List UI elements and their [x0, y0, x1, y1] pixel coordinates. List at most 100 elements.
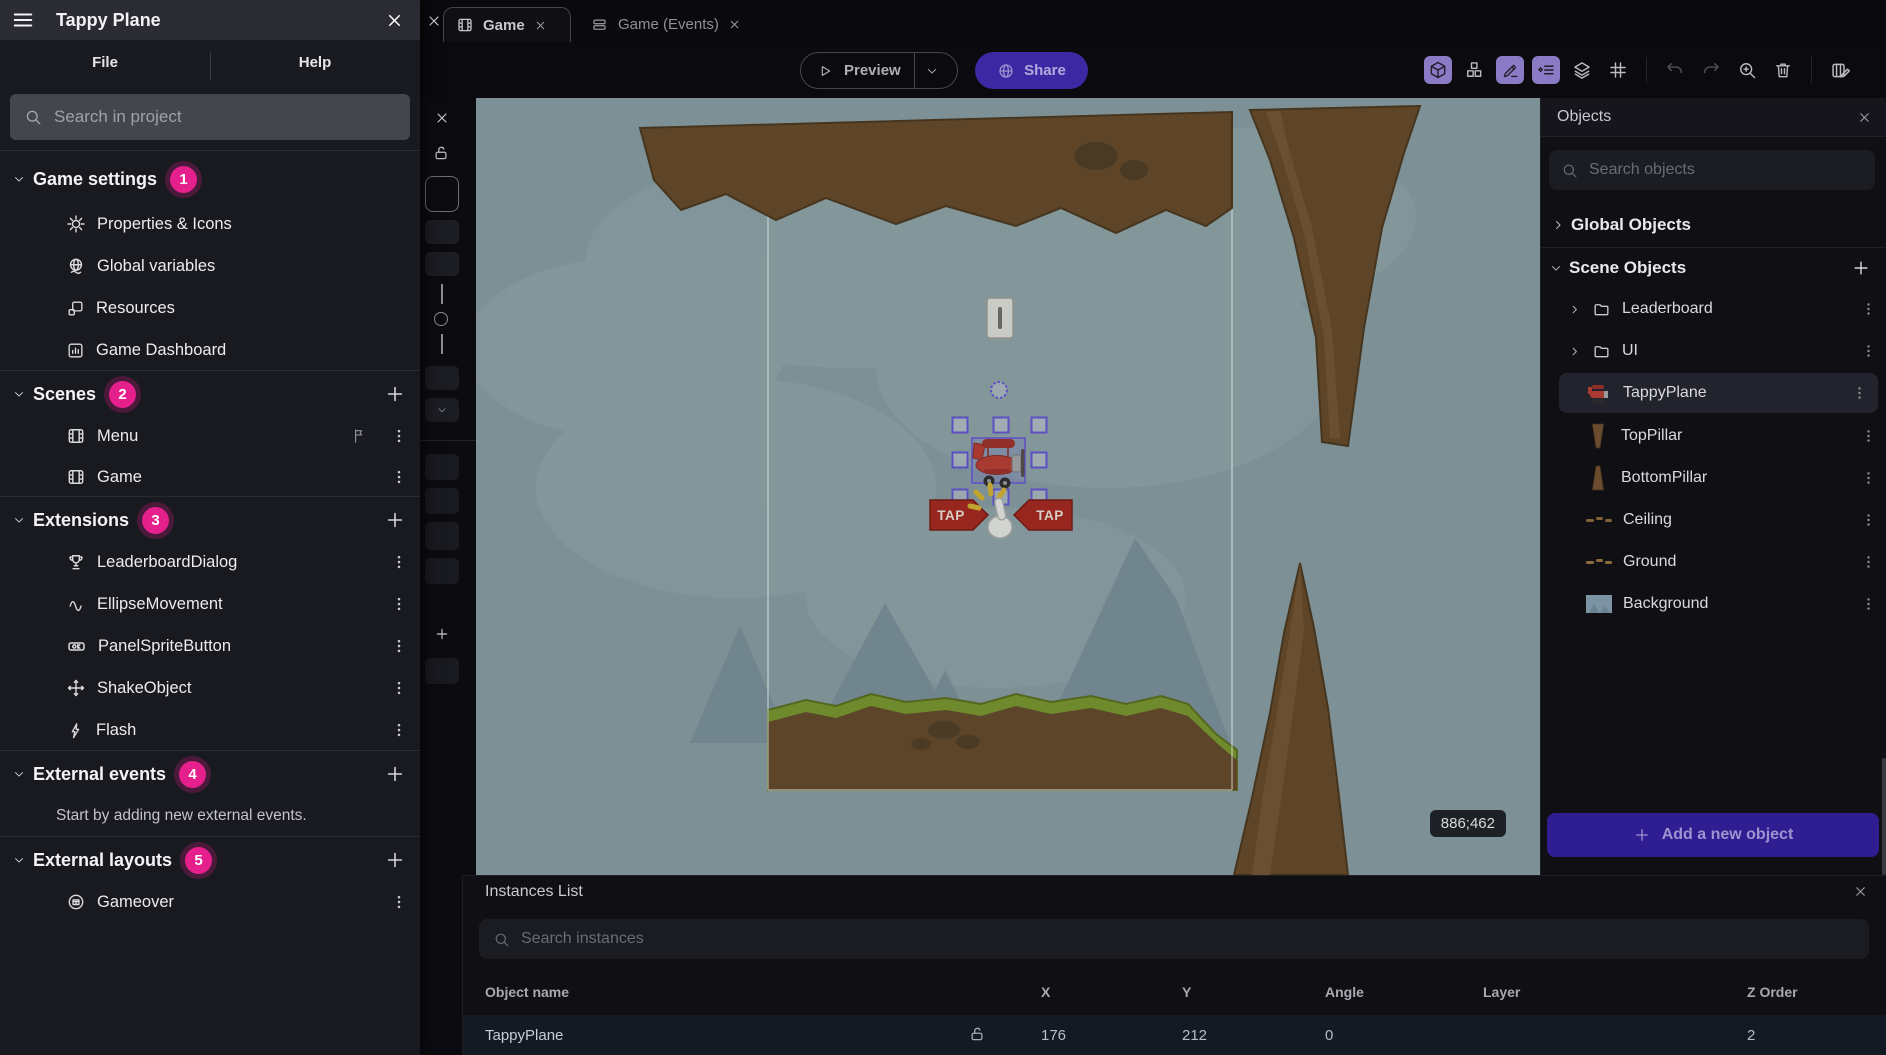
grid-options-button[interactable]: [1604, 56, 1632, 84]
sidebar-item-properties-icons[interactable]: Properties & Icons: [0, 203, 420, 245]
section-extensions[interactable]: Extensions 3: [0, 499, 420, 541]
column-header-x[interactable]: X: [1041, 984, 1050, 1000]
tab-game[interactable]: Game: [443, 7, 571, 42]
sidebar-item-resources[interactable]: Resources: [0, 287, 420, 329]
objects-search-input[interactable]: [1589, 161, 1863, 179]
project-search[interactable]: [10, 94, 410, 140]
kebab-menu-icon[interactable]: [390, 468, 408, 486]
edit-scene-events-button[interactable]: [1826, 56, 1854, 84]
instances-list-toggle-button[interactable]: [1532, 56, 1560, 84]
lock-open-icon[interactable]: [432, 144, 450, 162]
kebab-menu-icon[interactable]: [1860, 428, 1877, 445]
sidebar-item-global-variables[interactable]: Global variables: [0, 245, 420, 287]
object-row-background[interactable]: Background: [1541, 584, 1886, 624]
undo-button[interactable]: [1661, 56, 1689, 84]
instance-y[interactable]: 212: [1182, 1027, 1207, 1044]
object-folder-ui[interactable]: UI: [1541, 331, 1886, 371]
instance-row-tappyplane[interactable]: TappyPlane 176 212 0 2: [463, 1015, 1886, 1055]
scene-canvas[interactable]: TAP TAP 886;462: [476, 98, 1540, 875]
objects-panel-close-icon[interactable]: [1857, 110, 1872, 125]
add-external-layout-icon[interactable]: [384, 849, 406, 871]
tab-game-events[interactable]: Game (Events): [578, 7, 778, 42]
add-external-event-icon[interactable]: [384, 763, 406, 785]
preview-button[interactable]: Preview: [800, 52, 958, 89]
column-header-y[interactable]: Y: [1182, 984, 1191, 1000]
instances-panel-close-icon[interactable]: [1853, 884, 1868, 899]
instances-search[interactable]: [479, 919, 1869, 959]
menu-help[interactable]: Help: [250, 54, 380, 71]
tally-sign-sprite[interactable]: [987, 298, 1013, 338]
objects-search[interactable]: [1549, 150, 1875, 190]
object-row-tappyplane-selected[interactable]: TappyPlane: [1559, 373, 1878, 413]
add-extension-icon[interactable]: [384, 509, 406, 531]
project-search-input[interactable]: [54, 107, 396, 127]
panel-scrollbar[interactable]: [1882, 758, 1886, 875]
section-scenes[interactable]: Scenes 2: [0, 373, 420, 415]
object-row-ceiling[interactable]: Ceiling: [1541, 500, 1886, 540]
rotation-handle[interactable]: [991, 382, 1007, 398]
kebab-menu-icon[interactable]: [1860, 301, 1877, 318]
section-external-layouts[interactable]: External layouts 5: [0, 839, 420, 881]
column-header-layer[interactable]: Layer: [1483, 984, 1520, 1000]
sidebar-item-flash[interactable]: Flash: [0, 709, 420, 751]
kebab-menu-icon[interactable]: [390, 595, 408, 613]
object-folder-leaderboard[interactable]: Leaderboard: [1541, 289, 1886, 329]
properties-panel-toggle-button[interactable]: [1496, 56, 1524, 84]
object-groups-button[interactable]: [1460, 56, 1488, 84]
column-header-angle[interactable]: Angle: [1325, 984, 1364, 1000]
layers-panel-button[interactable]: [1568, 56, 1596, 84]
section-external-events[interactable]: External events 4: [0, 753, 420, 795]
sidebar-item-scene-game[interactable]: Game: [0, 456, 420, 498]
kebab-menu-icon[interactable]: [390, 637, 408, 655]
sidebar-item-game-dashboard[interactable]: Game Dashboard: [0, 329, 420, 371]
sidebar-item-leaderboarddialog[interactable]: LeaderboardDialog: [0, 541, 420, 583]
sidebar-item-scene-menu[interactable]: Menu: [0, 415, 420, 457]
scene-objects-section[interactable]: Scene Objects: [1541, 248, 1886, 288]
object-row-bottompillar[interactable]: BottomPillar: [1541, 458, 1886, 498]
zoom-in-button[interactable]: [1733, 56, 1761, 84]
kebab-menu-icon[interactable]: [390, 893, 408, 911]
instance-x[interactable]: 176: [1041, 1027, 1066, 1044]
panel-close-icon[interactable]: [434, 110, 450, 126]
kebab-menu-icon[interactable]: [390, 427, 408, 445]
object-row-ground[interactable]: Ground: [1541, 542, 1886, 582]
preview-options-chevron-icon[interactable]: [915, 64, 949, 78]
kebab-menu-icon[interactable]: [1860, 470, 1877, 487]
kebab-menu-icon[interactable]: [1851, 385, 1868, 402]
hidden-tab-close-icon[interactable]: [426, 13, 442, 29]
instance-angle[interactable]: 0: [1325, 1027, 1333, 1044]
sidebar-item-gameover[interactable]: Gameover: [0, 881, 420, 923]
sidebar-item-ellipsemovement[interactable]: EllipseMovement: [0, 583, 420, 625]
sidebar-item-shakeobject[interactable]: ShakeObject: [0, 667, 420, 709]
delete-button[interactable]: [1769, 56, 1797, 84]
kebab-menu-icon[interactable]: [1860, 554, 1877, 571]
share-button[interactable]: Share: [975, 52, 1088, 89]
object-row-toppillar[interactable]: TopPillar: [1541, 416, 1886, 456]
kebab-menu-icon[interactable]: [390, 721, 408, 739]
ground-sprite[interactable]: [768, 694, 1237, 790]
objects-panel-toggle-button[interactable]: [1424, 56, 1452, 84]
lock-open-icon[interactable]: [968, 1025, 986, 1043]
redo-button[interactable]: [1697, 56, 1725, 84]
hamburger-menu-icon[interactable]: [12, 9, 34, 31]
kebab-menu-icon[interactable]: [1860, 512, 1877, 529]
menu-file[interactable]: File: [40, 54, 170, 71]
column-header-object-name[interactable]: Object name: [485, 984, 569, 1000]
add-object-plus-icon[interactable]: [1851, 258, 1871, 278]
column-header-z-order[interactable]: Z Order: [1747, 984, 1798, 1000]
kebab-menu-icon[interactable]: [1860, 596, 1877, 613]
add-icon[interactable]: [434, 626, 450, 642]
instance-z-order[interactable]: 2: [1747, 1027, 1755, 1044]
tab-close-icon[interactable]: [728, 18, 741, 31]
kebab-menu-icon[interactable]: [1860, 343, 1877, 360]
add-scene-icon[interactable]: [384, 383, 406, 405]
add-new-object-button[interactable]: Add a new object: [1547, 813, 1879, 857]
section-game-settings[interactable]: Game settings 1: [0, 158, 420, 200]
kebab-menu-icon[interactable]: [390, 553, 408, 571]
instances-search-input[interactable]: [521, 930, 1855, 948]
kebab-menu-icon[interactable]: [390, 679, 408, 697]
global-objects-section[interactable]: Global Objects: [1541, 205, 1886, 245]
sidebar-item-panelspritebutton[interactable]: PanelSpriteButton: [0, 625, 420, 667]
tab-close-icon[interactable]: [534, 19, 547, 32]
sidebar-close-icon[interactable]: [385, 11, 404, 30]
